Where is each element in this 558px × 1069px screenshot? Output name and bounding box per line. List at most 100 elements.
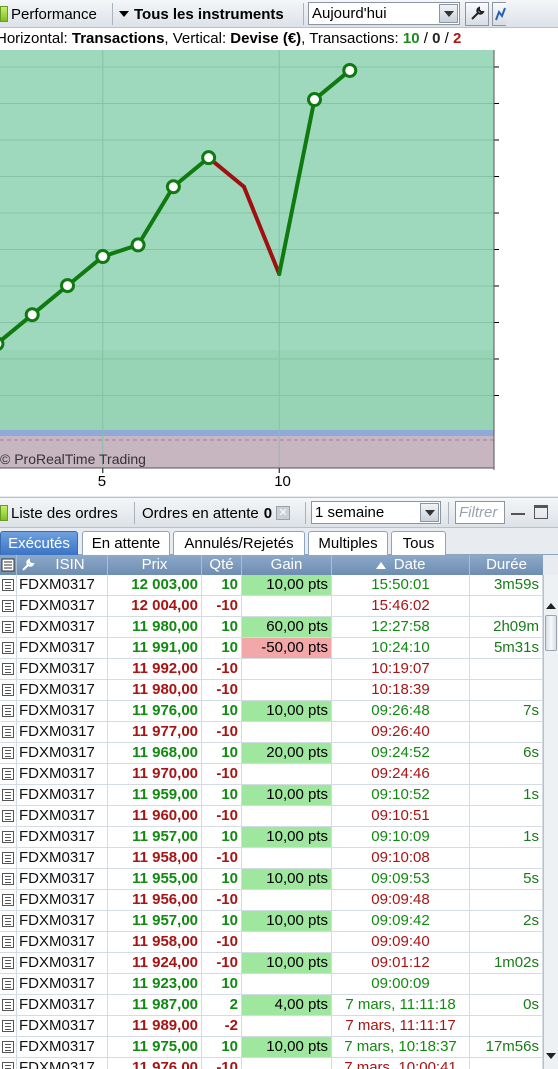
horizontal-value: Transactions: [71, 30, 165, 47]
order-icon-cell[interactable]: [0, 659, 17, 679]
order-icon-cell[interactable]: [0, 575, 17, 595]
performance-menu[interactable]: Performance: [0, 2, 97, 26]
order-isin: FDXM0317: [17, 869, 108, 889]
column-header-prix[interactable]: Prix: [108, 555, 202, 575]
column-header-date[interactable]: Date: [332, 555, 470, 575]
order-icon-cell[interactable]: [0, 1037, 17, 1057]
table-row[interactable]: FDXM0317 11 923,00 10 09:00:09: [0, 974, 543, 995]
order-icon-cell[interactable]: [0, 722, 17, 742]
period-select[interactable]: Aujourd'hui: [308, 2, 460, 25]
order-icon-cell[interactable]: [0, 995, 17, 1015]
order-date: 12:27:58: [332, 617, 470, 637]
settings-button[interactable]: [465, 2, 489, 26]
order-icon-cell[interactable]: [0, 1058, 17, 1069]
tab-executes[interactable]: Exécutés: [0, 531, 78, 555]
table-row[interactable]: FDXM0317 11 976,00 -10 7 mars, 10:00:41: [0, 1058, 543, 1069]
order-icon-cell[interactable]: [0, 743, 17, 763]
order-prix: 11 968,00: [108, 743, 202, 763]
order-duree: 1m02s: [470, 953, 543, 973]
order-duree: [470, 932, 543, 952]
table-row[interactable]: FDXM0317 11 980,00 10 60,00 pts 12:27:58 2h09…: [0, 617, 543, 638]
table-row[interactable]: FDXM0317 11 991,00 10 -50,00 pts 10:24:10 5m3…: [0, 638, 543, 659]
order-icon-cell[interactable]: [0, 869, 17, 889]
vertical-scrollbar[interactable]: [543, 575, 558, 1069]
table-row[interactable]: FDXM0317 11 975,00 10 10,00 pts 7 mars, 10:1…: [0, 1037, 543, 1058]
minimize-icon[interactable]: [511, 505, 525, 515]
table-row[interactable]: FDXM0317 11 958,00 -10 09:09:40: [0, 932, 543, 953]
order-icon-cell[interactable]: [0, 911, 17, 931]
instruments-dropdown[interactable]: Tous les instruments: [116, 2, 284, 26]
tab-tous[interactable]: Tous: [391, 531, 446, 555]
tab-annules-rejetes[interactable]: Annulés/Rejetés: [173, 531, 305, 555]
column-header-isin[interactable]: ISIN: [17, 555, 108, 575]
order-icon-cell[interactable]: [0, 848, 17, 868]
table-row[interactable]: FDXM0317 11 980,00 -10 10:18:39: [0, 680, 543, 701]
column-header-gain[interactable]: Gain: [242, 555, 332, 575]
tab-multiples[interactable]: Multiples: [308, 531, 388, 555]
scroll-down-icon[interactable]: [545, 1049, 557, 1063]
tab-en-attente[interactable]: En attente: [82, 531, 170, 555]
order-duree: [470, 596, 543, 616]
table-row[interactable]: FDXM0317 11 924,00 -10 10,00 pts 09:01:12 1m0…: [0, 953, 543, 974]
table-row[interactable]: FDXM0317 11 977,00 -10 09:26:40: [0, 722, 543, 743]
order-document-icon: [2, 663, 14, 675]
close-icon[interactable]: ✕: [276, 506, 291, 520]
orders-period-select-button[interactable]: [420, 503, 439, 522]
order-document-icon: [2, 789, 14, 801]
table-row[interactable]: FDXM0317 11 992,00 -10 10:19:07: [0, 659, 543, 680]
table-row[interactable]: FDXM0317 11 956,00 -10 09:09:48: [0, 890, 543, 911]
column-header-qte[interactable]: Qté: [202, 555, 242, 575]
order-icon-cell[interactable]: [0, 1016, 17, 1036]
table-row[interactable]: FDXM0317 12 004,00 -10 15:46:02: [0, 596, 543, 617]
order-icon-cell[interactable]: [0, 974, 17, 994]
order-icon-cell[interactable]: [0, 953, 17, 973]
order-gain: 10,00 pts: [242, 701, 332, 721]
table-row[interactable]: FDXM0317 11 976,00 10 10,00 pts 09:26:48 7s: [0, 701, 543, 722]
order-icon-cell[interactable]: [0, 701, 17, 721]
performance-label: Performance: [11, 5, 97, 23]
order-icon-cell[interactable]: [0, 827, 17, 847]
orders-period-select[interactable]: 1 semaine: [311, 501, 441, 524]
maximize-icon[interactable]: [534, 505, 548, 519]
table-row[interactable]: FDXM0317 11 970,00 -10 09:24:46: [0, 764, 543, 785]
table-row[interactable]: FDXM0317 11 958,00 -10 09:10:08: [0, 848, 543, 869]
order-icon-cell[interactable]: [0, 638, 17, 658]
column-menu-header[interactable]: [0, 555, 17, 575]
scrollbar-thumb[interactable]: [545, 615, 557, 651]
table-row[interactable]: FDXM0317 11 957,00 10 10,00 pts 09:10:09 1s: [0, 827, 543, 848]
table-row[interactable]: FDXM0317 11 968,00 10 20,00 pts 09:24:52 6s: [0, 743, 543, 764]
order-icon-cell[interactable]: [0, 932, 17, 952]
column-header-duree[interactable]: Durée: [470, 555, 543, 575]
order-icon-cell[interactable]: [0, 680, 17, 700]
table-row[interactable]: FDXM0317 11 960,00 -10 09:10:51: [0, 806, 543, 827]
order-icon-cell[interactable]: [0, 806, 17, 826]
filter-input[interactable]: Filtrer: [455, 501, 505, 524]
order-icon-cell[interactable]: [0, 890, 17, 910]
period-select-button[interactable]: [439, 4, 458, 23]
performance-chart[interactable]: © ProRealTime Trading 5 10: [0, 50, 558, 496]
order-isin: FDXM0317: [17, 659, 108, 679]
table-row[interactable]: FDXM0317 11 989,00 -2 7 mars, 11:11:17: [0, 1016, 543, 1037]
table-row[interactable]: FDXM0317 11 987,00 2 4,00 pts 7 mars, 11:11:…: [0, 995, 543, 1016]
pending-orders-button[interactable]: Ordres en attente 0 ✕: [142, 502, 291, 524]
orders-list-menu[interactable]: Liste des ordres: [0, 502, 118, 524]
order-date: 7 mars, 11:11:17: [332, 1016, 470, 1036]
order-prix: 11 960,00: [108, 806, 202, 826]
table-row[interactable]: FDXM0317 12 003,00 10 10,00 pts 15:50:01 3m59…: [0, 575, 543, 596]
order-document-icon: [2, 600, 14, 612]
order-document-icon: [2, 579, 14, 591]
table-row[interactable]: FDXM0317 11 959,00 10 10,00 pts 09:10:52 1s: [0, 785, 543, 806]
table-row[interactable]: FDXM0317 11 955,00 10 10,00 pts 09:09:53 5s: [0, 869, 543, 890]
order-icon-cell[interactable]: [0, 617, 17, 637]
order-isin: FDXM0317: [17, 890, 108, 910]
order-gain: 10,00 pts: [242, 785, 332, 805]
order-duree: [470, 1016, 543, 1036]
order-icon-cell[interactable]: [0, 596, 17, 616]
chart-type-button[interactable]: [492, 2, 506, 26]
scroll-up-icon[interactable]: [545, 599, 557, 613]
order-icon-cell[interactable]: [0, 764, 17, 784]
order-gain: [242, 932, 332, 952]
order-qte: -10: [202, 596, 242, 616]
table-row[interactable]: FDXM0317 11 957,00 10 10,00 pts 09:09:42 2s: [0, 911, 543, 932]
order-icon-cell[interactable]: [0, 785, 17, 805]
